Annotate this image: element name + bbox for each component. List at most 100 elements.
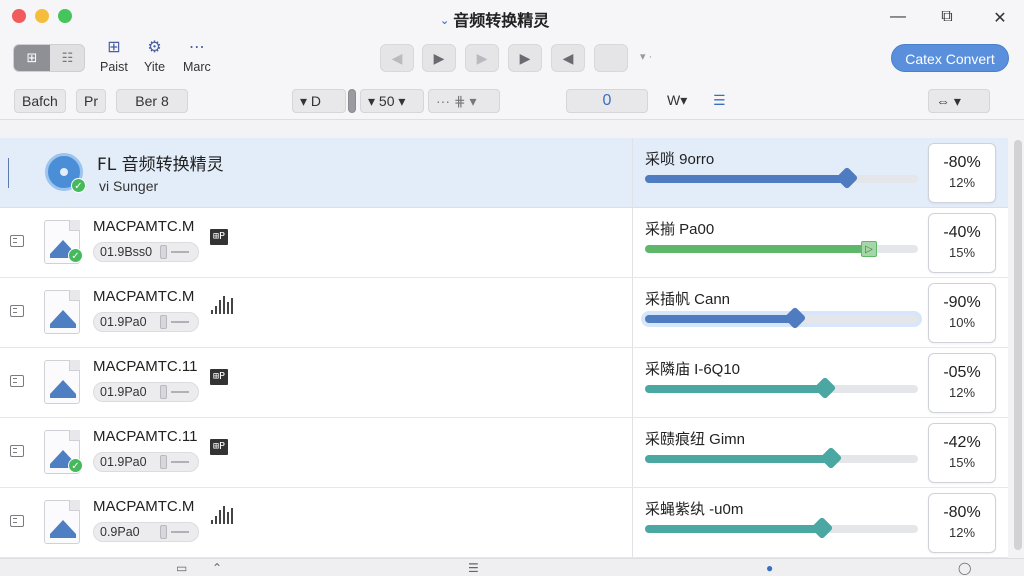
convert-button[interactable]: Catex Convert	[891, 44, 1009, 72]
progress-thumb[interactable]: ▷	[861, 241, 877, 257]
percent-box[interactable]: -42% 15%	[928, 423, 996, 483]
row-handle-icon[interactable]	[10, 445, 24, 457]
row-handle-icon[interactable]	[10, 375, 24, 387]
paste-icon: ⊞	[107, 39, 121, 56]
file-size-pill[interactable]: 01.9Pa0	[93, 452, 199, 472]
progress-track[interactable]	[645, 306, 918, 330]
list-icon[interactable]: ☰	[706, 89, 733, 113]
column-divider	[632, 488, 633, 557]
minimize-window-dot[interactable]	[35, 9, 49, 23]
scrollbar-thumb[interactable]	[1014, 140, 1022, 550]
percent-box[interactable]: -80% 12%	[928, 493, 996, 553]
progress-thumb[interactable]	[819, 446, 843, 470]
forward-icon: ▶	[519, 50, 531, 66]
refresh-icon[interactable]: ◯	[958, 561, 971, 575]
list-icon[interactable]: ☰	[468, 561, 479, 575]
close-window-dot[interactable]	[12, 9, 26, 23]
slider-handle[interactable]	[348, 89, 356, 113]
d-select[interactable]: ▾ D	[292, 89, 346, 113]
file-subtitle: vi Sunger	[99, 178, 159, 194]
grid-view-icon[interactable]: ⊞	[14, 45, 50, 71]
column-divider	[632, 208, 633, 277]
percent-box[interactable]: -90% 10%	[928, 283, 996, 343]
close-button[interactable]: ✕	[990, 8, 1010, 28]
rate-select[interactable]: ▾ 50 ▾	[360, 89, 424, 113]
pill-line	[171, 251, 189, 253]
bitrate-button[interactable]: Ber 8	[116, 89, 188, 113]
progress-thumb[interactable]	[810, 516, 834, 540]
row-handle-icon[interactable]	[10, 515, 24, 527]
file-size-pill[interactable]: 01.9Pa0	[93, 312, 199, 332]
right-select[interactable]: ⇔ ▾	[928, 89, 990, 113]
progress-fill	[645, 455, 831, 463]
progress-track[interactable]	[645, 166, 918, 190]
next-button[interactable]: ▶	[465, 44, 499, 72]
row-handle-icon[interactable]	[10, 235, 24, 247]
doc-icon[interactable]: ▭	[176, 561, 187, 575]
progress-thumb[interactable]	[813, 376, 837, 400]
file-size-pill[interactable]: 01.9Bss0	[93, 242, 199, 262]
waveform-icon	[211, 294, 237, 314]
more-button[interactable]: ⋯ Marc	[183, 38, 211, 74]
back-button[interactable]: ◀	[551, 44, 585, 72]
pill-knob	[160, 385, 167, 399]
audio-file-icon	[44, 360, 80, 404]
zoom-window-dot[interactable]	[58, 9, 72, 23]
file-size-pill[interactable]: 01.9Pa0	[93, 382, 199, 402]
file-size: 01.9Bss0	[100, 245, 153, 259]
dot-icon[interactable]: ●	[766, 561, 773, 575]
progress-fill	[645, 175, 847, 183]
percent-box[interactable]: -05% 12%	[928, 353, 996, 413]
info-icon[interactable]: ⌃	[212, 561, 222, 575]
value-field[interactable]: 0	[566, 89, 648, 113]
progress-thumb[interactable]	[783, 306, 807, 330]
progress-track[interactable]	[645, 446, 918, 470]
list-item[interactable]: MACPAMTC.M 0.9Pa0 采蝇紫纨 -u0m -80% 12%	[0, 488, 1008, 558]
minimize-button[interactable]: —	[888, 8, 908, 26]
row-handle-icon[interactable]	[8, 158, 12, 188]
rewind-button[interactable]: ◀	[380, 44, 414, 72]
list-item[interactable]: ✓ MACPAMTC.11 01.9Pa0 ⊞P 采赜痕纽 Gimn -42% …	[0, 418, 1008, 488]
file-title: FL 音频转换精灵	[97, 155, 224, 175]
list-view-icon[interactable]: ☷	[50, 45, 84, 71]
blank-button[interactable]	[594, 44, 628, 72]
format-badge: ⊞P	[210, 369, 229, 385]
w-select[interactable]: W▾	[660, 89, 694, 113]
file-size-pill[interactable]: 0.9Pa0	[93, 522, 199, 542]
progress-thumb[interactable]	[835, 166, 859, 190]
maximize-button[interactable]: ⧉	[937, 8, 957, 26]
pr-button[interactable]: Pr	[76, 89, 106, 113]
percent-sub: 12%	[948, 385, 976, 400]
list-item[interactable]: ✓ FL 音频转换精灵 vi Sunger 采唢 9orro -80% 12%	[0, 138, 1008, 208]
more-label: Marc	[183, 60, 211, 74]
file-name: MACPAMTC.11	[93, 428, 198, 445]
list-scrollbar[interactable]	[1012, 138, 1024, 558]
stage-label: 采赜痕纽 Gimn	[645, 431, 746, 448]
more-icon: ⋯	[188, 39, 205, 56]
file-list: ✓ FL 音频转换精灵 vi Sunger 采唢 9orro -80% 12% …	[0, 138, 1008, 558]
list-item[interactable]: MACPAMTC.M 01.9Pa0 采插帆 Cann -90% 10%	[0, 278, 1008, 348]
pill-knob	[160, 315, 167, 329]
chevron-down-icon: ⌄	[440, 14, 450, 27]
paste-button[interactable]: ⊞ Paist	[100, 38, 128, 74]
percent-box[interactable]: -40% 15%	[928, 213, 996, 273]
window-title[interactable]: ⌄ 音频转换精灵	[440, 7, 600, 31]
waveform-icon	[211, 504, 237, 524]
percent-box[interactable]: -80% 12%	[928, 143, 996, 203]
play-button[interactable]: ▶	[422, 44, 456, 72]
progress-track[interactable]: ▷	[645, 241, 918, 257]
progress-track[interactable]	[645, 516, 918, 540]
list-item[interactable]: ✓ MACPAMTC.M 01.9Bss0 ⊞P 采揃 Pa00 ▷ -40% …	[0, 208, 1008, 278]
settings-button[interactable]: ⚙ Yite	[144, 38, 165, 74]
batch-button[interactable]: Bafch	[14, 89, 66, 113]
column-divider	[632, 278, 633, 347]
progress-track[interactable]	[645, 376, 918, 400]
mid-select[interactable]: ··· ⋕ ▾	[428, 89, 500, 113]
format-badge: ⊞P	[210, 439, 229, 455]
row-handle-icon[interactable]	[10, 305, 24, 317]
playback-menu-chevron[interactable]: ▾ ·	[640, 50, 652, 63]
rewind-icon: ◀	[391, 50, 403, 66]
list-item[interactable]: MACPAMTC.11 01.9Pa0 ⊞P 采隣庙 I-6Q10 -05% 1…	[0, 348, 1008, 418]
file-size: 01.9Pa0	[100, 315, 147, 329]
forward-button[interactable]: ▶	[508, 44, 542, 72]
